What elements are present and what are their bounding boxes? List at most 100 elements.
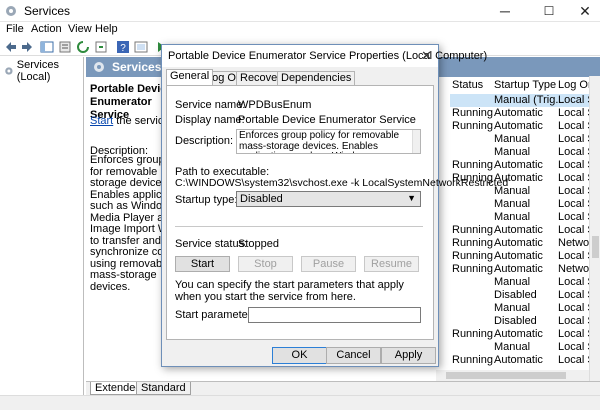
column-header-startup-type[interactable]: Startup Type [494,79,556,91]
table-row[interactable]: Manual (Trig... Local Sy [450,94,600,107]
table-row[interactable]: Manual Local Sy [450,198,600,211]
export-list-icon[interactable] [94,40,108,54]
table-row[interactable]: Running Automatic Local Sy [450,159,600,172]
tab-general[interactable]: General [166,69,214,85]
services-gear-icon [5,67,13,75]
cell-startup: Disabled [494,289,537,301]
general-tab-panel: Service name: WPDBusEnum Display name: P… [166,85,508,340]
table-row[interactable]: Running Automatic Local Sy [450,107,600,120]
scroll-thumb[interactable] [592,236,599,258]
cell-status: Running [452,354,493,366]
service-status-value: Stopped [238,238,279,250]
services-gear-icon [6,6,16,16]
cell-startup: Automatic [494,354,543,366]
table-row[interactable]: Manual Local Sy [450,211,600,224]
table-row[interactable]: Running Automatic Local Sy [450,354,600,367]
cell-startup: Automatic [494,250,543,262]
table-row[interactable]: Running Automatic Networ [450,263,600,276]
description-scrollbar[interactable] [412,130,420,153]
cell-startup: Manual [494,198,531,210]
cell-logon: Networ [558,263,593,275]
column-header-status[interactable]: Status [452,79,483,91]
cell-startup: Automatic [494,328,543,340]
window-title: Services [24,4,71,18]
cell-startup: Manual (Trig... [494,94,565,106]
menu-file[interactable]: File [6,23,24,35]
dialog-close-button[interactable]: ✕ [421,48,432,64]
description-text: Enforces group policy for removable mass… [239,130,400,153]
menu-action[interactable]: Action [31,23,62,35]
display-name-label: Display name: [175,114,245,126]
cancel-button[interactable]: Cancel [326,347,381,364]
help-icon[interactable]: ? [116,40,130,54]
description-label: Description: [175,135,234,147]
table-row[interactable]: Manual Local Sy [450,276,600,289]
vertical-scrollbar[interactable] [589,76,600,381]
table-row[interactable]: Running Automatic Local Sy [450,328,600,341]
table-row[interactable]: Disabled Local Sy [450,289,600,302]
service-name-value: WPDBusEnum [238,99,312,111]
tree-node-services-local[interactable]: Services (Local) [2,59,83,83]
show-hide-tree-icon[interactable] [40,40,54,54]
cell-startup: Manual [494,133,531,145]
cell-status: Running [452,328,493,340]
table-row[interactable]: Disabled Local Sy [450,315,600,328]
cell-status: Running [452,250,493,262]
service-properties-dialog: Portable Device Enumerator Service Prope… [161,44,508,367]
cell-startup: Manual [494,341,531,353]
cell-startup: Disabled [494,315,537,327]
cell-startup: Manual [494,146,531,158]
table-row[interactable]: Running Automatic Local Sy [450,224,600,237]
start-service-link[interactable]: Start [90,115,113,127]
start-button[interactable]: Start [175,256,230,272]
services-list: Status Startup Type Log On Manual (Trig.… [450,77,600,382]
tab-standard[interactable]: Standard [136,382,191,395]
display-name-value: Portable Device Enumerator Service [238,114,416,126]
scroll-thumb[interactable] [446,372,566,379]
cell-startup: Automatic [494,237,543,249]
table-row[interactable]: Manual Local Sy [450,341,600,354]
description-box[interactable]: Enforces group policy for removable mass… [236,129,421,154]
table-row[interactable]: Manual Local Sy [450,302,600,315]
horizontal-scrollbar[interactable] [436,370,589,381]
start-service-line: Start the service [90,115,169,127]
dialog-title-bar: Portable Device Enumerator Service Prope… [162,45,487,67]
cell-startup: Automatic [494,159,543,171]
back-arrow-icon[interactable] [4,40,18,54]
menu-help[interactable]: Help [95,23,118,35]
start-params-hint: You can specify the start parameters tha… [175,279,404,303]
apply-button[interactable]: Apply [381,347,436,364]
ok-button[interactable]: OK [272,347,327,364]
console-icon[interactable] [134,40,148,54]
close-button[interactable]: ✕ [566,0,600,22]
table-row[interactable]: Manual Local Sy [450,146,600,159]
path-value: C:\WINDOWS\system32\svchost.exe -k Local… [175,177,509,189]
list-header: Status Startup Type Log On [450,77,600,93]
table-row[interactable]: Running Automatic Local Sy [450,250,600,263]
cell-status: Running [452,224,493,236]
cell-status: Running [452,263,493,275]
tab-dependencies[interactable]: Dependencies [277,71,356,85]
maximize-button[interactable]: ☐ [530,0,568,22]
pause-button[interactable]: Pause [301,256,356,272]
startup-type-select[interactable]: Disabled ▼ [236,191,421,207]
title-bar: Services ─ ☐ ✕ [0,0,600,22]
properties-icon[interactable] [58,40,72,54]
cell-startup: Automatic [494,263,543,275]
resume-button[interactable]: Resume [364,256,419,272]
table-row[interactable]: Running Automatic Networ [450,237,600,250]
dialog-title: Portable Device Enumerator Service Prope… [168,50,488,62]
minimize-button[interactable]: ─ [486,0,524,22]
table-row[interactable]: Running Automatic Local Sy [450,120,600,133]
table-row[interactable]: Manual Local Sy [450,133,600,146]
view-tabs: Extended Standard [86,381,600,395]
menu-view[interactable]: View [68,23,92,35]
start-parameters-input[interactable] [248,307,421,323]
console-tree: Services (Local) [0,57,84,395]
refresh-icon[interactable] [76,40,90,54]
cell-status: Running [452,107,493,119]
stop-button[interactable]: Stop [238,256,293,272]
forward-arrow-icon[interactable] [20,40,34,54]
cell-startup: Manual [494,211,531,223]
svg-text:?: ? [120,43,126,54]
